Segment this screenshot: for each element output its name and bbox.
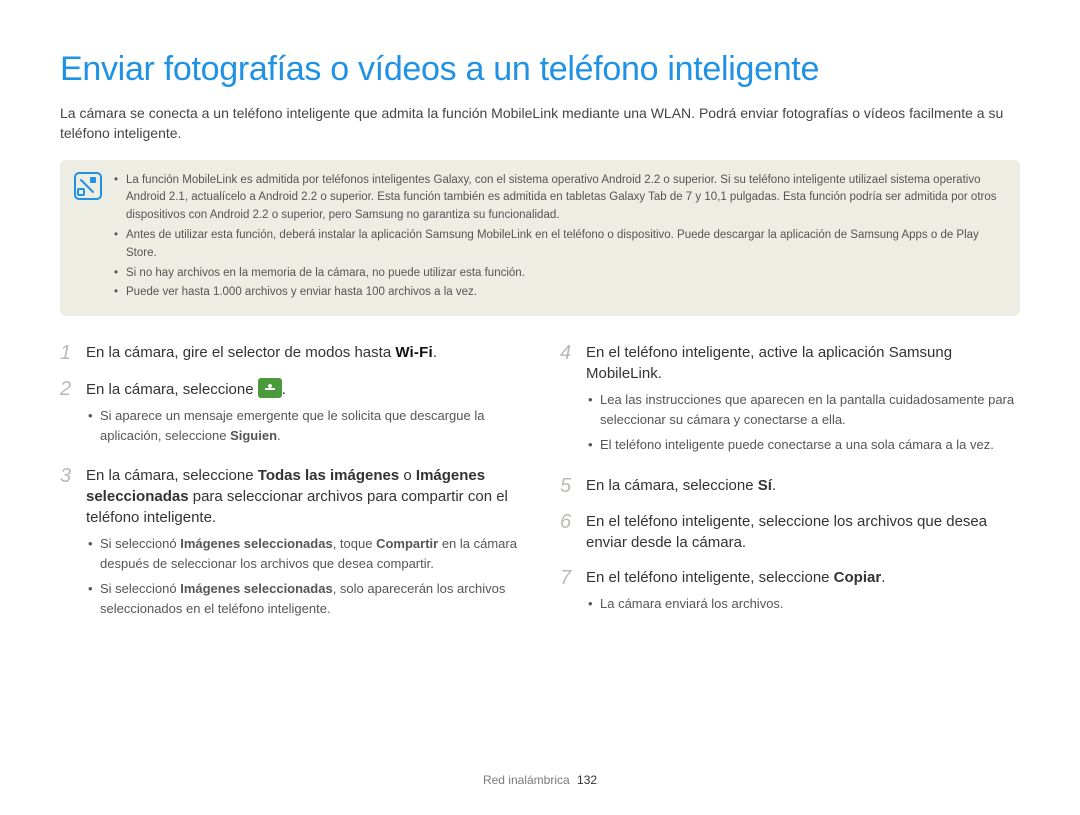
- step-6: 6 En el teléfono inteligente, seleccione…: [560, 511, 1020, 553]
- step-number: 4: [560, 342, 576, 461]
- step-text: En el teléfono inteligente, seleccione l…: [586, 513, 987, 551]
- step-text: .: [282, 381, 286, 398]
- step-1: 1 En la cámara, gire el selector de modo…: [60, 342, 520, 364]
- step-4: 4 En el teléfono inteligente, active la …: [560, 342, 1020, 461]
- step-3: 3 En la cámara, seleccione Todas las imá…: [60, 465, 520, 624]
- step-2: 2 En la cámara, seleccione . Si aparece …: [60, 378, 520, 451]
- step-body: En el teléfono inteligente, active la ap…: [586, 342, 1020, 461]
- step-number: 3: [60, 465, 76, 624]
- sub-item: El teléfono inteligente puede conectarse…: [586, 435, 1020, 455]
- step-number: 5: [560, 475, 576, 497]
- step-text: .: [433, 344, 437, 361]
- note-box: La función MobileLink es admitida por te…: [60, 160, 1020, 317]
- sub-list: Lea las instrucciones que aparecen en la…: [586, 390, 1020, 455]
- step-text: En el teléfono inteligente, seleccione C…: [586, 569, 885, 586]
- step-body: En la cámara, seleccione . Si aparece un…: [86, 378, 520, 451]
- sub-list: La cámara enviará los archivos.: [586, 594, 1020, 614]
- sub-list: Si seleccionó Imágenes seleccionadas, to…: [86, 534, 520, 618]
- note-list: La función MobileLink es admitida por te…: [114, 172, 1002, 305]
- footer-label: Red inalámbrica: [483, 773, 570, 787]
- sub-item: Si seleccionó Imágenes seleccionadas, to…: [86, 534, 520, 573]
- step-7: 7 En el teléfono inteligente, seleccione…: [560, 567, 1020, 620]
- step-text: En el teléfono inteligente, active la ap…: [586, 344, 952, 382]
- step-number: 7: [560, 567, 576, 620]
- step-body: En el teléfono inteligente, seleccione C…: [586, 567, 1020, 620]
- column-right: 4 En el teléfono inteligente, active la …: [560, 342, 1020, 638]
- mobilelink-app-icon: [258, 378, 282, 398]
- step-body: En la cámara, seleccione Sí.: [586, 475, 1020, 497]
- sub-item: Si aparece un mensaje emergente que le s…: [86, 406, 520, 445]
- step-text: En la cámara, seleccione Sí.: [586, 477, 776, 494]
- sub-item: Lea las instrucciones que aparecen en la…: [586, 390, 1020, 429]
- step-body: En la cámara, seleccione Todas las imáge…: [86, 465, 520, 624]
- step-5: 5 En la cámara, seleccione Sí.: [560, 475, 1020, 497]
- note-item: Antes de utilizar esta función, deberá i…: [114, 227, 1002, 263]
- note-item: Puede ver hasta 1.000 archivos y enviar …: [114, 284, 1002, 302]
- wifi-icon: Wi-Fi: [395, 342, 433, 363]
- step-body: En el teléfono inteligente, seleccione l…: [586, 511, 1020, 553]
- note-item: Si no hay archivos en la memoria de la c…: [114, 265, 1002, 283]
- sub-item: Si seleccionó Imágenes seleccionadas, so…: [86, 579, 520, 618]
- content-columns: 1 En la cámara, gire el selector de modo…: [60, 342, 1020, 638]
- step-text: En la cámara, seleccione Todas las imáge…: [86, 467, 508, 526]
- step-number: 2: [60, 378, 76, 451]
- page-footer: Red inalámbrica 132: [0, 773, 1080, 787]
- column-left: 1 En la cámara, gire el selector de modo…: [60, 342, 520, 638]
- step-number: 1: [60, 342, 76, 364]
- page-root: Enviar fotografías o vídeos a un teléfon…: [0, 0, 1080, 815]
- note-item: La función MobileLink es admitida por te…: [114, 172, 1002, 225]
- note-icon: [74, 172, 102, 200]
- intro-paragraph: La cámara se conecta a un teléfono intel…: [60, 103, 1020, 144]
- page-number: 132: [577, 773, 597, 787]
- step-text: En la cámara, seleccione: [86, 381, 258, 398]
- sub-list: Si aparece un mensaje emergente que le s…: [86, 406, 520, 445]
- page-title: Enviar fotografías o vídeos a un teléfon…: [60, 50, 1020, 89]
- step-text: En la cámara, gire el selector de modos …: [86, 344, 395, 361]
- sub-item: La cámara enviará los archivos.: [586, 594, 1020, 614]
- step-number: 6: [560, 511, 576, 553]
- step-body: En la cámara, gire el selector de modos …: [86, 342, 520, 364]
